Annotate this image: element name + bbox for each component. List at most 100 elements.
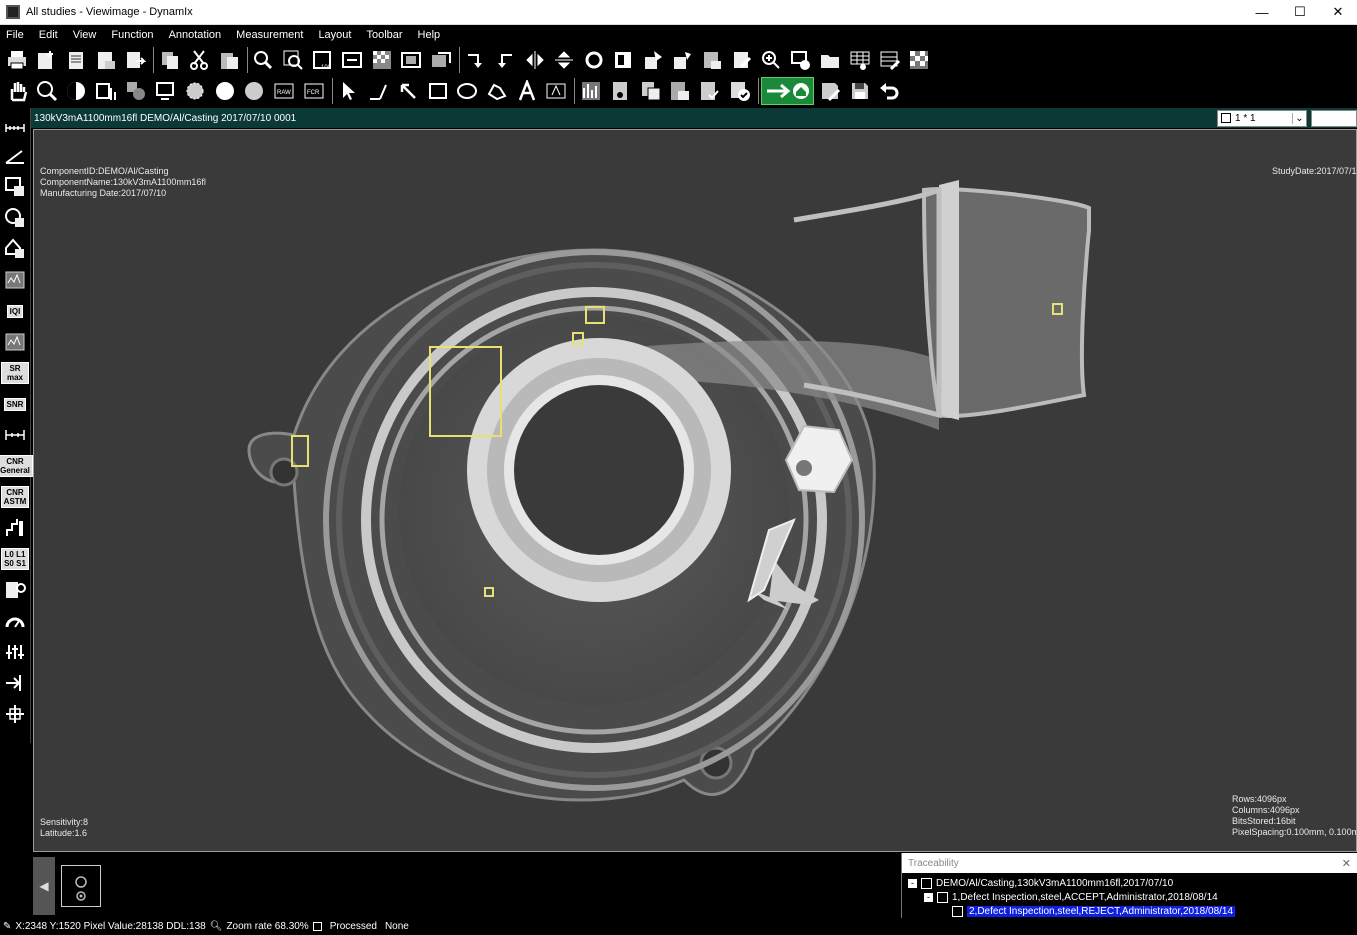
calculator-settings-icon[interactable] xyxy=(1,576,29,604)
layout-select[interactable]: 1 * 1 ⌄ xyxy=(1217,109,1307,127)
edit-document-icon[interactable] xyxy=(728,46,756,74)
paste-icon[interactable] xyxy=(215,46,243,74)
iqi-tool[interactable]: IQI xyxy=(1,297,29,325)
magnifier-icon[interactable] xyxy=(250,46,278,74)
fit-window-icon[interactable] xyxy=(338,46,366,74)
crop-arrow-icon[interactable] xyxy=(1,669,29,697)
filter-icon[interactable] xyxy=(122,77,150,105)
close-button[interactable]: ✕ xyxy=(1319,0,1357,25)
cnr-general-tool[interactable]: CNR General xyxy=(0,452,33,480)
close-icon[interactable]: ✕ xyxy=(1342,857,1351,870)
save-icon[interactable] xyxy=(846,77,874,105)
go-home-button[interactable] xyxy=(760,76,814,105)
select-pointer-icon[interactable] xyxy=(335,77,363,105)
mosaic-icon[interactable] xyxy=(905,46,933,74)
ruler-icon[interactable] xyxy=(1,111,29,139)
ellipse-icon[interactable] xyxy=(454,77,482,105)
histogram-doc-icon[interactable] xyxy=(666,77,694,105)
circle-measure-icon[interactable] xyxy=(1,204,29,232)
window-level-icon[interactable] xyxy=(427,46,455,74)
report-icon[interactable] xyxy=(698,46,726,74)
menu-file[interactable]: File xyxy=(6,29,24,41)
folder-icon[interactable] xyxy=(817,46,845,74)
snr-tool[interactable]: SNR xyxy=(1,390,29,418)
tree-item-study[interactable]: - DEMO/Al/Casting,130kV3mA1100mm16fl,201… xyxy=(902,876,1357,890)
flip-vertical-icon[interactable] xyxy=(550,46,578,74)
caliper-icon[interactable] xyxy=(1,421,29,449)
undo-icon[interactable] xyxy=(875,77,903,105)
contrast-icon[interactable] xyxy=(62,77,90,105)
menu-function[interactable]: Function xyxy=(111,29,153,41)
collapse-icon[interactable]: - xyxy=(908,878,917,888)
flip-horizontal-icon[interactable] xyxy=(521,46,549,74)
menu-layout[interactable]: Layout xyxy=(318,29,351,41)
pan-window-icon[interactable] xyxy=(787,46,815,74)
collapse-icon[interactable]: - xyxy=(924,892,933,902)
density-icon[interactable] xyxy=(92,77,120,105)
menu-annotation[interactable]: Annotation xyxy=(169,29,222,41)
zoom-100-icon[interactable]: 100 xyxy=(309,46,337,74)
tree-item-inspection-reject[interactable]: 2,Defect Inspection,steel,REJECT,Adminis… xyxy=(902,904,1357,918)
text-box-icon[interactable] xyxy=(543,77,571,105)
crosshair-icon[interactable] xyxy=(1,700,29,728)
raw-icon[interactable]: RAW xyxy=(270,77,298,105)
step-wedge-icon[interactable] xyxy=(1,514,29,542)
rotate-free-icon[interactable] xyxy=(580,46,608,74)
copy-icon[interactable] xyxy=(156,46,184,74)
levels-icon[interactable] xyxy=(1,638,29,666)
rotate-left-icon[interactable] xyxy=(491,46,519,74)
menu-view[interactable]: View xyxy=(73,29,97,41)
chevron-down-icon[interactable]: ⌄ xyxy=(1292,112,1306,124)
processed-checkbox[interactable] xyxy=(312,922,326,931)
approve-icon[interactable] xyxy=(726,77,754,105)
thumbnail-image[interactable] xyxy=(61,865,101,907)
hand-pan-icon[interactable] xyxy=(3,77,31,105)
profile-icon[interactable] xyxy=(1,266,29,294)
menu-toolbar[interactable]: Toolbar xyxy=(366,29,402,41)
minimize-button[interactable]: — xyxy=(1243,0,1281,25)
new-document-icon[interactable] xyxy=(33,46,61,74)
cnr-astm-tool[interactable]: CNR ASTM xyxy=(0,483,30,511)
menu-edit[interactable]: Edit xyxy=(39,29,58,41)
profile-alt-icon[interactable] xyxy=(1,328,29,356)
stamp-icon[interactable] xyxy=(639,46,667,74)
polygon-icon[interactable] xyxy=(483,77,511,105)
cut-icon[interactable] xyxy=(185,46,213,74)
polygon-measure-icon[interactable] xyxy=(1,235,29,263)
document-list-icon[interactable] xyxy=(92,46,120,74)
sr-max-tool[interactable]: SR max xyxy=(1,359,29,387)
checker-icon[interactable] xyxy=(368,46,396,74)
export-icon[interactable] xyxy=(121,46,149,74)
invert-icon[interactable] xyxy=(610,46,638,74)
layout-checkbox[interactable] xyxy=(1221,113,1231,123)
histogram-icon[interactable] xyxy=(577,77,605,105)
save-as-icon[interactable] xyxy=(816,77,844,105)
l0-l1-s0-s1-tool[interactable]: L0 L1 S0 S1 xyxy=(1,545,29,573)
zoom-in-icon[interactable] xyxy=(279,46,307,74)
rotate-right-icon[interactable] xyxy=(462,46,490,74)
tree-item-inspection-accept[interactable]: - 1,Defect Inspection,steel,ACCEPT,Admin… xyxy=(902,890,1357,904)
table-edit-icon[interactable] xyxy=(876,46,904,74)
arrow-annotation-icon[interactable] xyxy=(394,77,422,105)
maximize-button[interactable]: ☐ xyxy=(1281,0,1319,25)
line-measure-icon[interactable] xyxy=(364,77,392,105)
angle-measure-icon[interactable] xyxy=(1,142,29,170)
area-measure-icon[interactable] xyxy=(1,173,29,201)
menu-measurement[interactable]: Measurement xyxy=(236,29,303,41)
monitor-icon[interactable] xyxy=(152,77,180,105)
text-icon[interactable] xyxy=(513,77,541,105)
document-icon[interactable] xyxy=(62,46,90,74)
image-viewport[interactable]: ComponentID:DEMO/Al/Casting ComponentNam… xyxy=(33,129,1357,852)
thumbnail-prev-button[interactable]: ◀ xyxy=(33,857,55,915)
frame-icon[interactable] xyxy=(397,46,425,74)
table-icon[interactable] xyxy=(846,46,874,74)
zoom-plus-icon[interactable] xyxy=(757,46,785,74)
sharpen-icon[interactable] xyxy=(181,77,209,105)
grid-layout-button[interactable] xyxy=(1311,109,1357,127)
image-process-icon[interactable] xyxy=(607,77,635,105)
sphere-white-icon[interactable] xyxy=(211,77,239,105)
rectangle-icon[interactable] xyxy=(424,77,452,105)
print-icon[interactable] xyxy=(3,46,31,74)
list-check-icon[interactable] xyxy=(696,77,724,105)
gauge-icon[interactable] xyxy=(1,607,29,635)
